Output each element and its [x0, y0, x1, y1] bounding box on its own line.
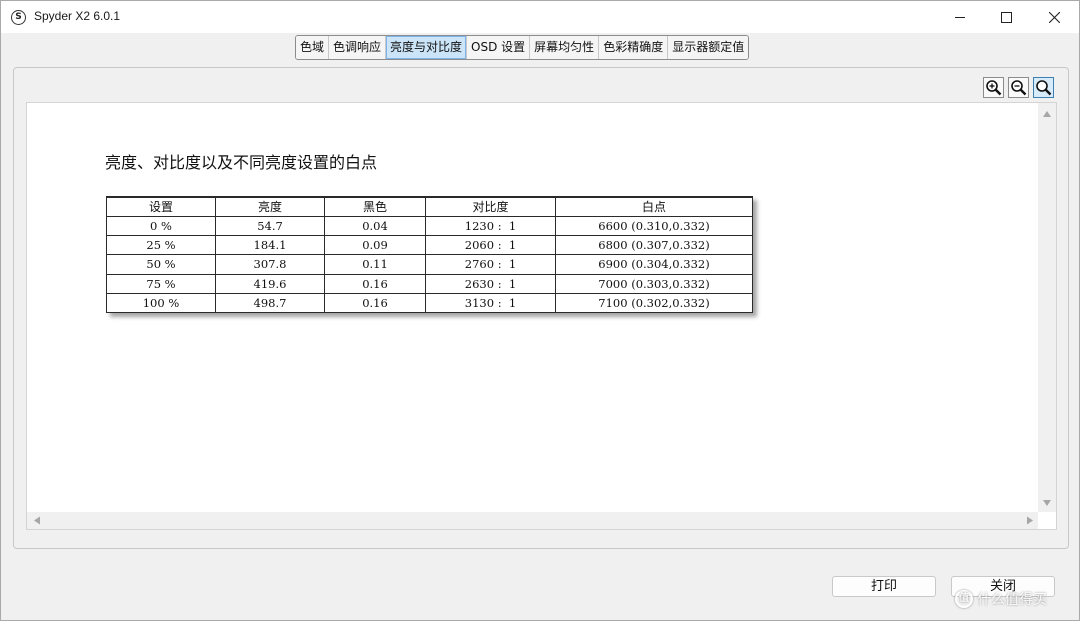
table-row: 25 % 184.1 0.09 2060 : 1 6800 (0.307,0.3… [106, 234, 753, 256]
zoom-out-button[interactable] [1008, 77, 1029, 98]
minimize-control[interactable] [937, 1, 983, 33]
minimize-glyph-icon [955, 17, 965, 18]
report-viewer: 亮度、对比度以及不同亮度设置的白点 设置 亮度 黑色 对比度 白点 0 % 54… [26, 102, 1057, 530]
scrollbar-corner [1038, 512, 1056, 529]
print-button[interactable]: 打印 [832, 576, 936, 597]
close-window-button[interactable] [1031, 1, 1077, 33]
cell-brightness: 419.6 [215, 273, 325, 295]
brightness-contrast-table: 设置 亮度 黑色 对比度 白点 0 % 54.7 0.04 1230 : 1 6… [106, 196, 753, 314]
scroll-down-icon[interactable] [1043, 500, 1051, 506]
cell-white-point: 6800 (0.307,0.332) [555, 234, 753, 256]
scroll-right-icon[interactable] [1027, 516, 1033, 525]
table-row: 0 % 54.7 0.04 1230 : 1 6600 (0.310,0.332… [106, 215, 753, 236]
cell-black: 0.09 [324, 234, 426, 256]
cell-contrast: 2630 : 1 [425, 273, 556, 295]
column-header-setting: 设置 [106, 196, 216, 217]
table-row: 100 % 498.7 0.16 3130 : 1 7100 (0.302,0.… [106, 293, 753, 314]
zoom-out-icon [1011, 80, 1027, 96]
cell-contrast: 1230 : 1 [425, 215, 556, 236]
zoom-toolbar [983, 77, 1054, 98]
cell-brightness: 54.7 [215, 215, 325, 236]
cell-contrast: 2760 : 1 [425, 254, 556, 275]
vertical-scrollbar[interactable] [1038, 103, 1056, 513]
zoom-fit-icon [1036, 80, 1052, 96]
watermark-text: 什么值得买 [977, 592, 1047, 608]
watermark: 值 什么值得买 [955, 589, 1047, 609]
column-header-black: 黑色 [324, 196, 426, 217]
cell-setting: 75 % [106, 273, 216, 295]
cell-black: 0.16 [324, 293, 426, 314]
cell-contrast: 2060 : 1 [425, 234, 556, 256]
cell-setting: 0 % [106, 215, 216, 236]
scroll-left-icon[interactable] [34, 516, 40, 525]
cell-black: 0.16 [324, 273, 426, 295]
window-title: Spyder X2 6.0.1 [34, 9, 121, 23]
close-icon [1048, 11, 1060, 23]
vertical-scrollbar-arrows [1043, 111, 1051, 506]
zoom-in-icon [986, 80, 1002, 96]
scroll-up-icon[interactable] [1043, 111, 1051, 117]
cell-contrast: 3130 : 1 [425, 293, 556, 314]
column-header-white-point: 白点 [555, 196, 753, 217]
tab-display-rating[interactable]: 显示器额定值 [668, 36, 749, 59]
cell-brightness: 498.7 [215, 293, 325, 314]
cell-white-point: 7000 (0.303,0.332) [555, 273, 753, 295]
report-tabs: 色域 色调响应 亮度与对比度 OSD 设置 屏幕均匀性 色彩精确度 显示器额定值 [295, 35, 750, 60]
tab-color-accuracy[interactable]: 色彩精确度 [599, 36, 669, 59]
zoom-in-button[interactable] [983, 77, 1004, 98]
tab-screen-uniformity[interactable]: 屏幕均匀性 [530, 36, 600, 59]
table-row: 75 % 419.6 0.16 2630 : 1 7000 (0.303,0.3… [106, 273, 753, 295]
cell-black: 0.04 [324, 215, 426, 236]
app-logo-icon: S [11, 10, 26, 25]
horizontal-scrollbar-arrows [34, 516, 1033, 525]
report-page: 亮度、对比度以及不同亮度设置的白点 设置 亮度 黑色 对比度 白点 0 % 54… [27, 103, 1039, 513]
maximize-button[interactable] [983, 1, 1029, 33]
zoom-fit-button[interactable] [1033, 77, 1054, 98]
cell-white-point: 6900 (0.304,0.332) [555, 254, 753, 275]
tab-brightness-contrast[interactable]: 亮度与对比度 [386, 36, 468, 59]
table-header-row: 设置 亮度 黑色 对比度 白点 [106, 196, 753, 217]
tab-tone-response[interactable]: 色调响应 [329, 36, 387, 59]
report-heading: 亮度、对比度以及不同亮度设置的白点 [105, 153, 378, 172]
tab-osd-settings[interactable]: OSD 设置 [467, 36, 531, 59]
watermark-logo-icon: 值 [955, 590, 973, 608]
title-bar: S Spyder X2 6.0.1 [1, 1, 1079, 33]
column-header-contrast: 对比度 [425, 196, 556, 217]
cell-brightness: 184.1 [215, 234, 325, 256]
horizontal-scrollbar[interactable] [27, 512, 1039, 529]
cell-black: 0.11 [324, 254, 426, 275]
table-row: 50 % 307.8 0.11 2760 : 1 6900 (0.304,0.3… [106, 254, 753, 275]
app-window: S Spyder X2 6.0.1 色域 色调响应 亮度与对比度 OSD 设置 … [0, 0, 1080, 621]
cell-setting: 100 % [106, 293, 216, 314]
column-header-brightness: 亮度 [215, 196, 325, 217]
cell-setting: 50 % [106, 254, 216, 275]
cell-brightness: 307.8 [215, 254, 325, 275]
cell-setting: 25 % [106, 234, 216, 256]
tab-gamut[interactable]: 色域 [296, 36, 330, 59]
maximize-icon [1000, 11, 1012, 23]
cell-white-point: 7100 (0.302,0.332) [555, 293, 753, 314]
cell-white-point: 6600 (0.310,0.332) [555, 215, 753, 236]
